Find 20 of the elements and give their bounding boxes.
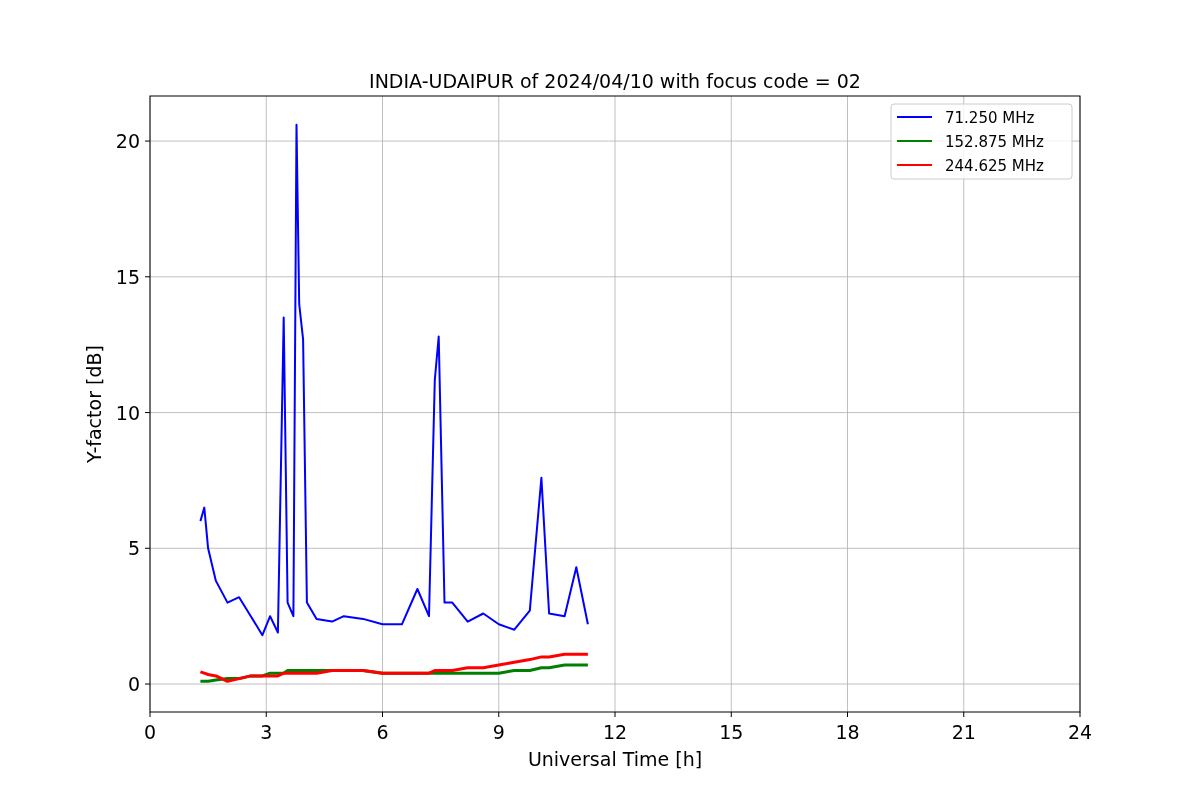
tick-label: 20	[115, 130, 140, 153]
tick-label: 9	[492, 721, 505, 743]
tick-label: 0	[127, 673, 140, 696]
tick-label: 18	[835, 721, 860, 743]
tick-label: 6	[376, 721, 389, 743]
tick-label: 15	[115, 265, 140, 288]
tick-label: 10	[115, 401, 140, 424]
legend-label: 244.625 MHz	[945, 157, 1044, 175]
y-axis-label: Y-factor [dB]	[83, 345, 105, 463]
chart-title: INDIA-UDAIPUR of 2024/04/10 with focus code = 02	[369, 70, 861, 92]
tick-label: 24	[1067, 721, 1093, 743]
tick-label: 15	[719, 721, 744, 743]
x-axis-label: Universal Time [h]	[527, 748, 703, 770]
tick-label: 5	[127, 537, 140, 560]
tick-label: 21	[951, 721, 976, 743]
legend-label: 152.875 MHz	[945, 133, 1044, 151]
tick-label: 12	[602, 721, 628, 743]
legend-label: 71.250 MHz	[945, 109, 1035, 127]
tick-label: 0	[143, 721, 157, 743]
tick-label: 3	[260, 721, 273, 743]
